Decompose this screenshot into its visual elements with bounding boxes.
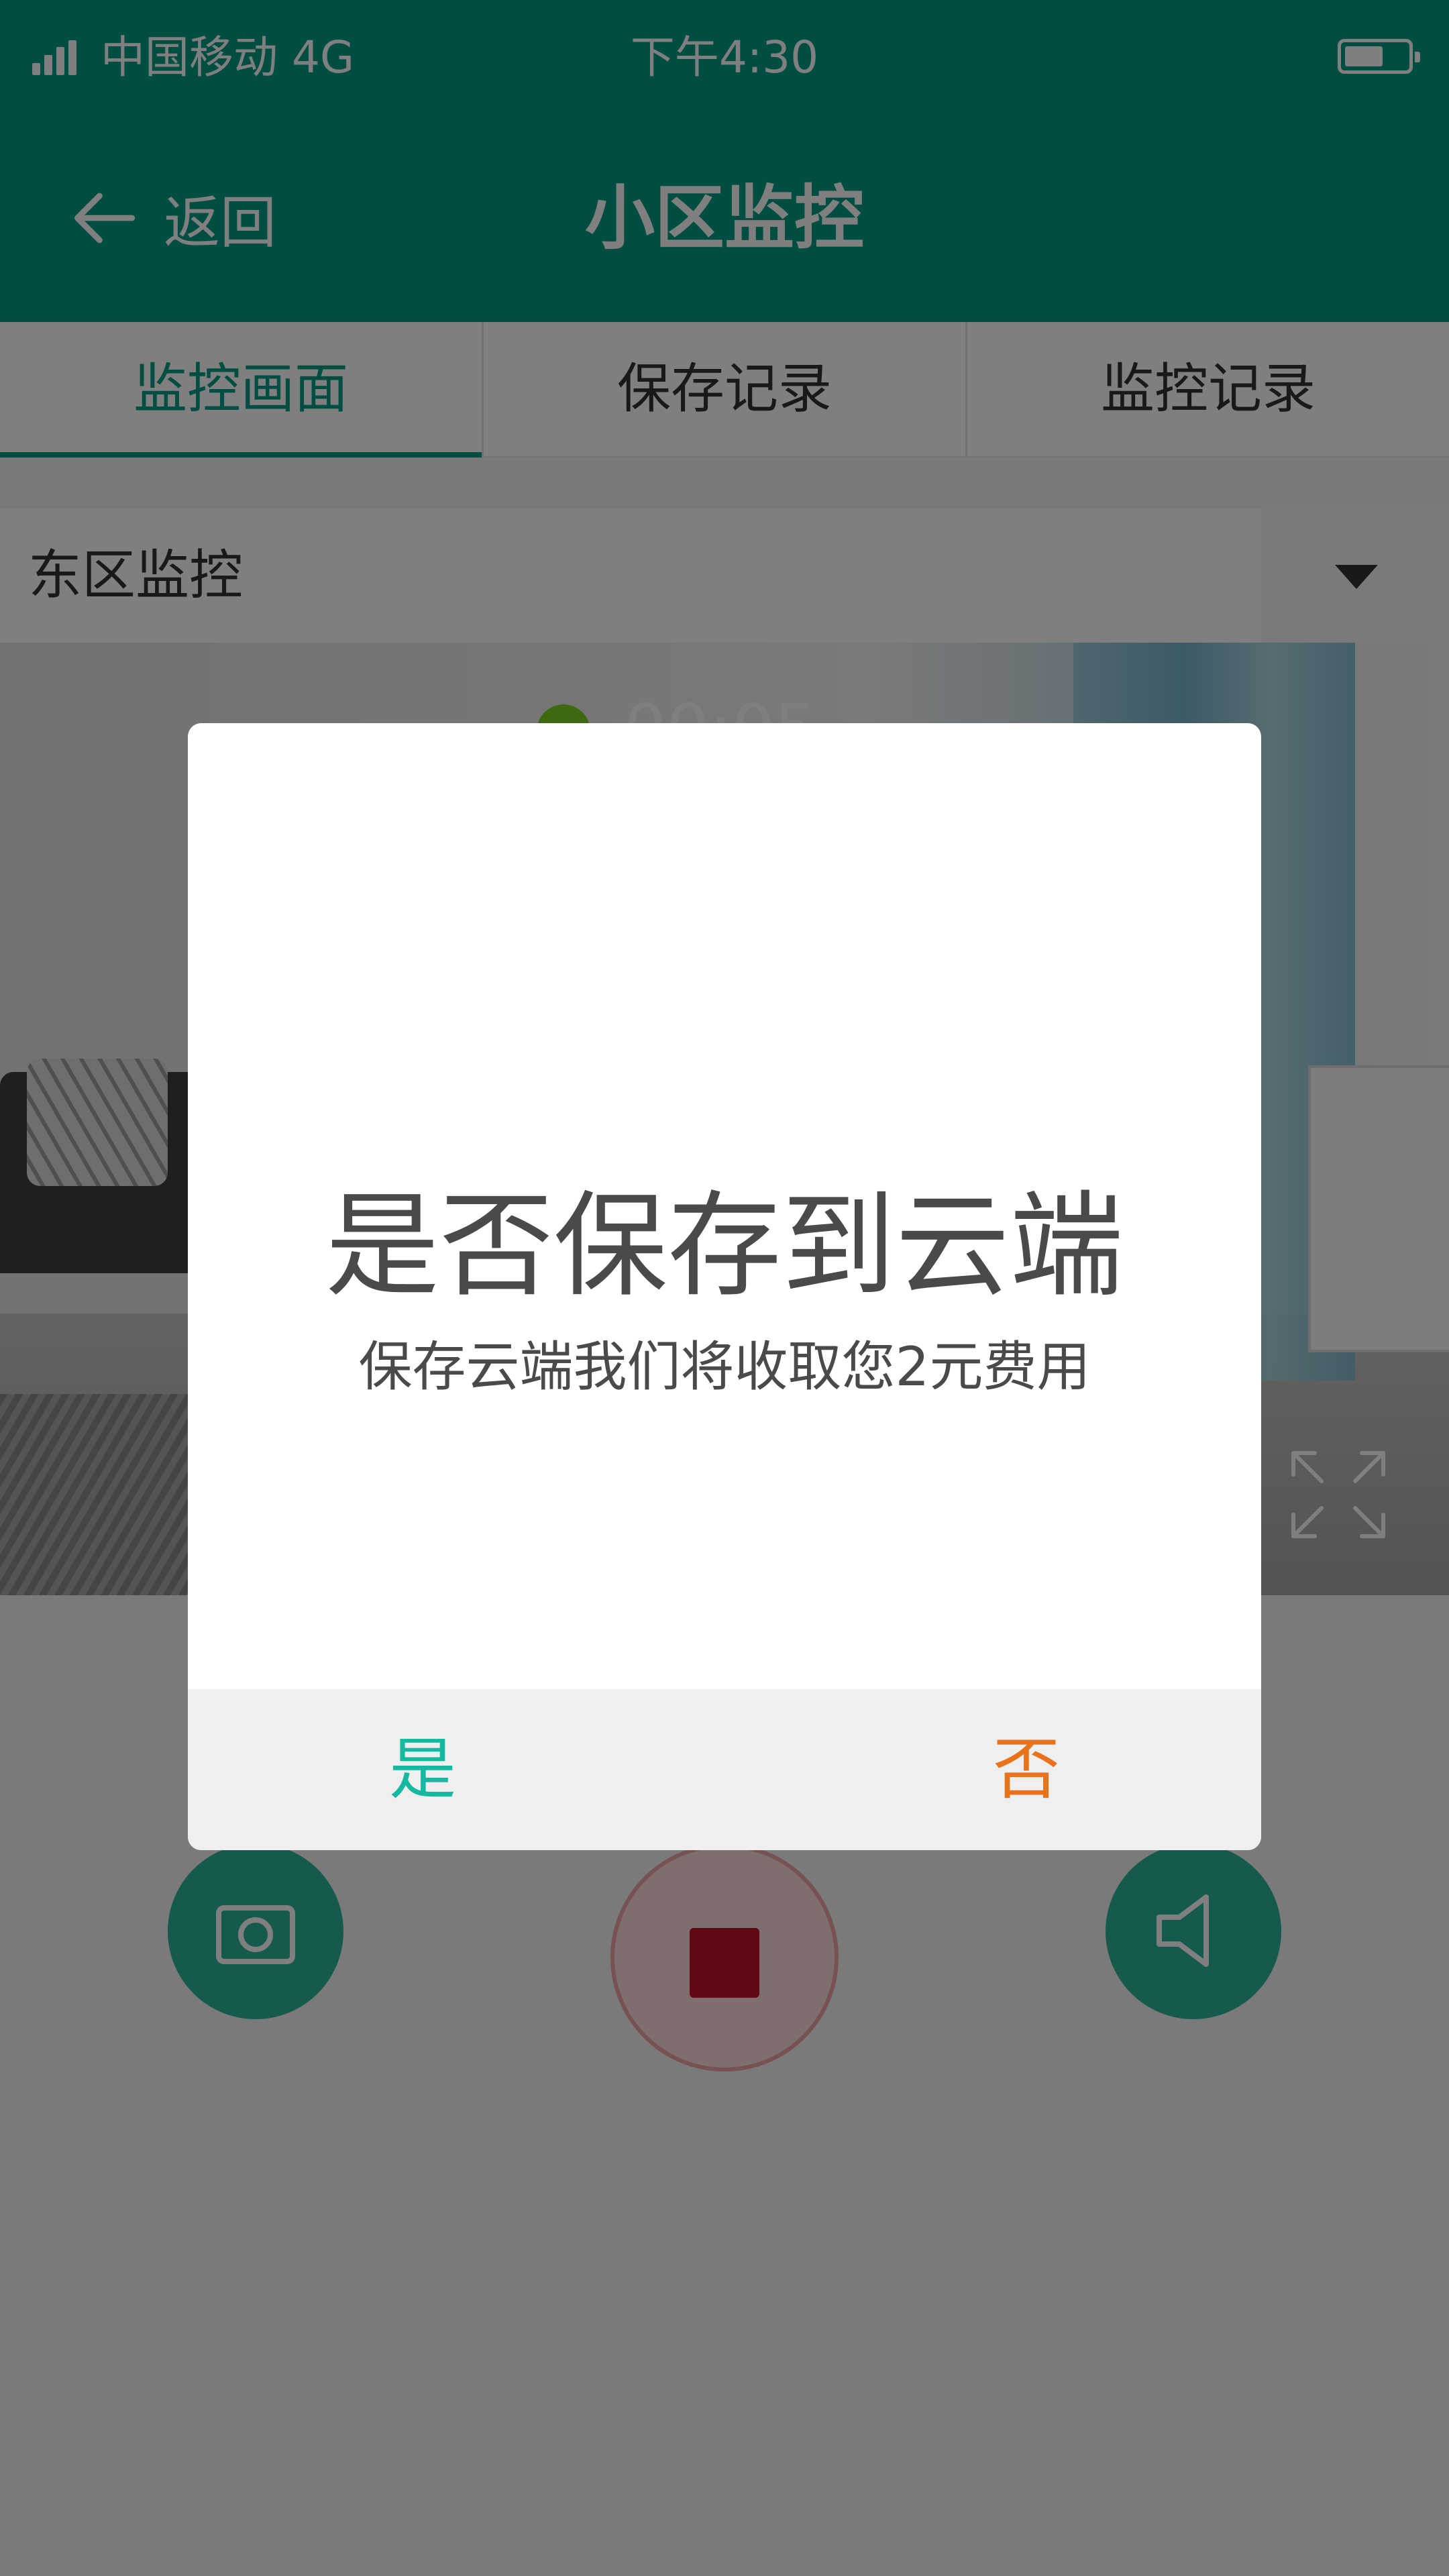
save-to-cloud-dialog: 是否保存到云端 保存云端我们将收取您2元费用 是 否 xyxy=(188,723,1261,1850)
app-root: 中国移动 4G 下午4:30 返回 小区监控 监控画面 保存记录 监控记录 东区… xyxy=(0,0,1449,2576)
dialog-message: 保存云端我们将收取您2元费用 xyxy=(358,1336,1091,1398)
dialog-title: 是否保存到云端 xyxy=(325,1180,1124,1313)
dialog-actions: 是 否 xyxy=(188,1689,1261,1850)
yes-button[interactable]: 是 xyxy=(322,1689,523,1850)
no-button[interactable]: 否 xyxy=(926,1689,1127,1850)
